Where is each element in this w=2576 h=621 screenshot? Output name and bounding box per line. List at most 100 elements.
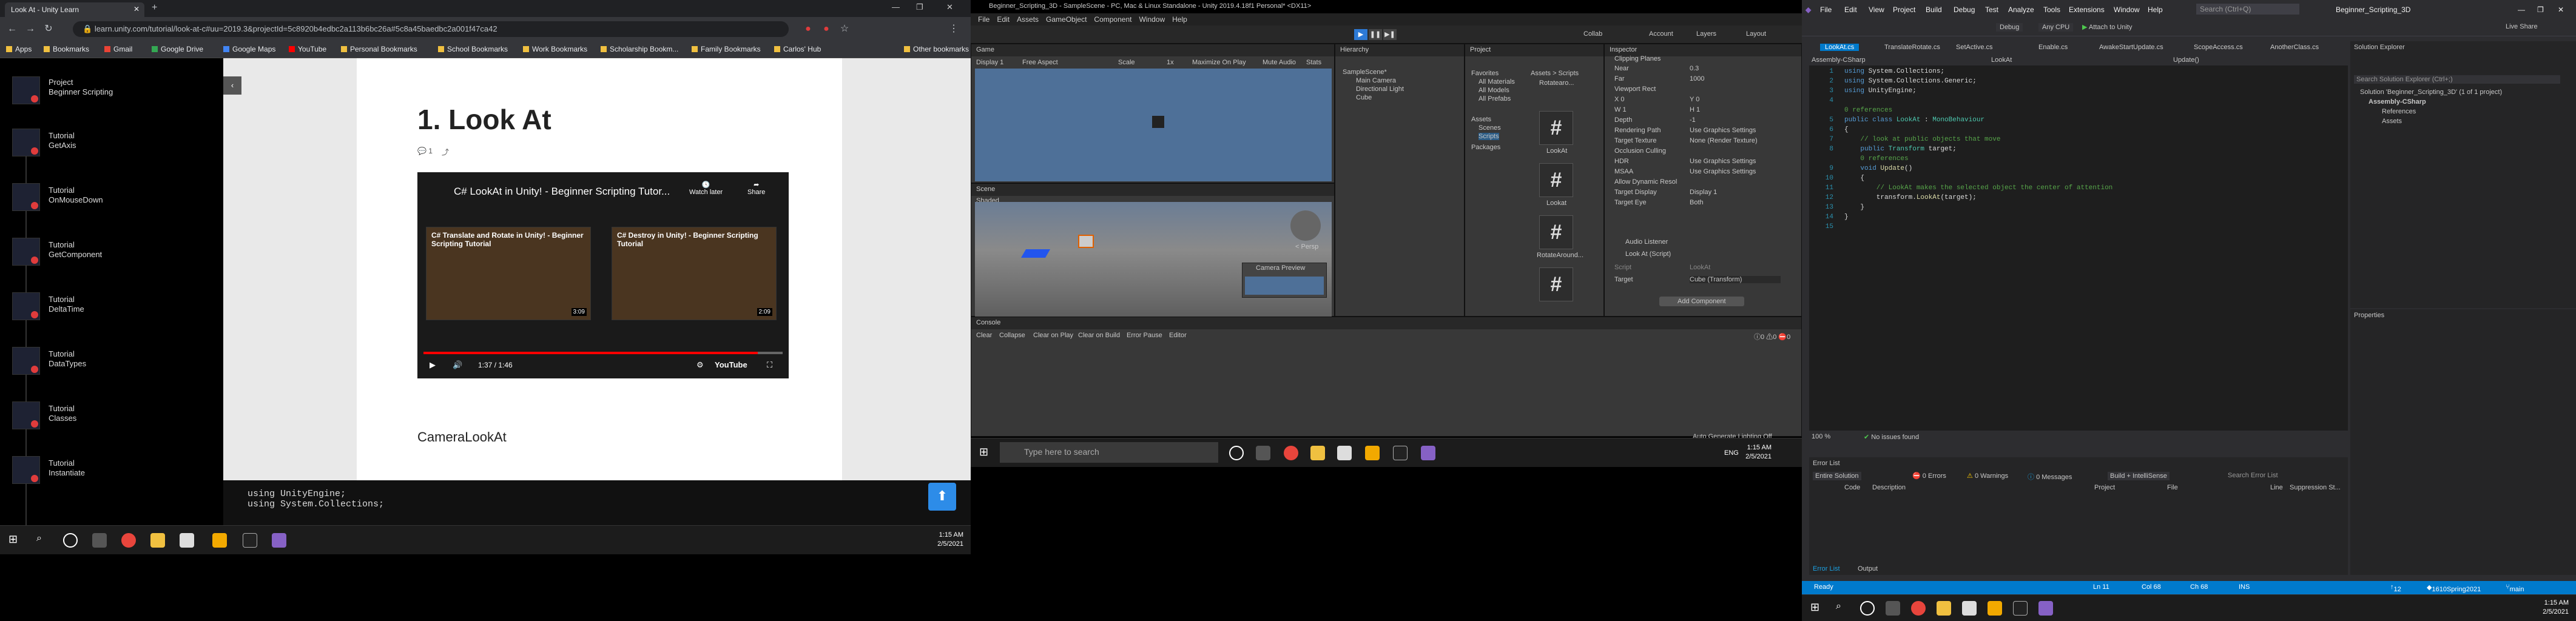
youtube-logo[interactable]: YouTube [715,360,747,369]
code-line[interactable]: 2 using System.Collections.Generic; [1809,78,1976,87]
csharp-script-icon[interactable]: # [1539,111,1573,145]
vs-menu-build[interactable]: Build [1926,5,1942,14]
code-line[interactable]: 13 } [1809,204,1864,213]
lookat-component[interactable]: Look At (Script) [1625,250,1671,258]
tab-lookat[interactable]: LookAt.cs [1820,44,1860,51]
code-line[interactable]: 7 // look at public objects that move [1809,136,2000,145]
tab-inspector[interactable]: Inspector [1610,46,1637,53]
vs-menu-project[interactable]: Project [1893,5,1915,14]
console-collapse-button[interactable]: Collapse [999,332,1025,339]
account-dropdown[interactable]: Account [1649,30,1673,38]
vs-menu-edit[interactable]: Edit [1844,5,1857,14]
vs-menu-view[interactable]: View [1869,5,1884,14]
menu-file[interactable]: File [978,15,990,24]
file-explorer-icon[interactable] [1937,601,1951,616]
taskbar-clock[interactable]: 1:15 AM 2/5/2021 [2543,599,2569,617]
column-line[interactable]: Line [2270,484,2283,491]
code-line[interactable]: 4 [1809,97,1844,106]
menu-edit[interactable]: Edit [997,15,1010,24]
maximize-on-play-toggle[interactable]: Maximize On Play [1192,59,1246,66]
console-error-pause[interactable]: Error Pause [1127,332,1162,339]
cortana-icon[interactable] [1229,446,1244,460]
aspect-dropdown[interactable]: Free Aspect [1022,59,1058,66]
project-header[interactable]: Project Beginner Scripting [12,74,218,116]
tab-enable[interactable]: Enable.cs [2038,44,2068,51]
config-dropdown[interactable]: Debug [1996,23,2023,32]
task-view-icon[interactable] [1886,601,1900,616]
settings-icon[interactable]: ⚙ [696,360,704,370]
references-node[interactable]: References [2382,108,2416,115]
code-line[interactable]: 10 { [1809,175,1864,184]
bookmark-item[interactable]: Google Maps [223,45,275,53]
inspector-field-value[interactable]: 1000 [1690,75,1704,82]
taskbar-clock[interactable]: 1:15 AM 2/5/2021 [937,531,963,549]
inspector-field-value[interactable]: Use Graphics Settings [1690,127,1756,134]
hierarchy-scene[interactable]: SampleScene* [1343,69,1387,76]
assets-item[interactable]: Scripts [1479,133,1499,140]
audio-listener-component[interactable]: Audio Listener [1625,238,1668,246]
sidebar-item-instantiate[interactable]: Tutorial Instantiate [12,450,218,492]
maximize-icon[interactable]: ❐ [2537,5,2544,14]
windows-start-icon[interactable]: ⊞ [1810,601,1819,614]
vs-menu-test[interactable]: Test [1985,5,1998,14]
volume-icon[interactable]: 🔊 [453,360,462,370]
sidebar-item-classes[interactable]: Tutorial Classes [12,395,218,438]
class-dropdown[interactable]: LookAt [1991,56,2012,64]
unity-taskbar-icon[interactable] [2013,601,2028,616]
visual-studio-taskbar-icon[interactable] [272,533,286,548]
share-button[interactable]: ➦ Share [747,181,765,196]
layers-dropdown[interactable]: Layers [1696,30,1716,38]
bookmark-item[interactable]: YouTube [289,45,326,53]
collab-button[interactable]: Collab [1583,30,1602,38]
task-view-icon[interactable] [1256,446,1270,460]
sidebar-item-getcomponent[interactable]: Tutorial GetComponent [12,232,218,274]
favorites-item[interactable]: All Prefabs [1479,95,1511,102]
windows-start-icon[interactable]: ⊞ [8,533,18,546]
attach-unity-button[interactable]: ▶ Attach to Unity [2082,23,2132,31]
bookmark-item[interactable]: Google Drive [152,45,203,53]
sticky-app-icon[interactable] [212,533,227,548]
tab-hierarchy[interactable]: Hierarchy [1340,46,1369,53]
store-icon[interactable] [180,533,194,548]
tab-scene[interactable]: Scene [976,186,995,193]
code-line[interactable]: 8 public Transform target; [1809,146,1956,155]
sticky-app-icon[interactable] [1365,446,1380,460]
unity-taskbar-icon[interactable] [243,533,257,548]
live-share-button[interactable]: Live Share [2506,23,2538,30]
hierarchy-item[interactable]: Directional Light [1356,86,1404,93]
back-icon[interactable]: ← [5,22,19,36]
visual-studio-taskbar-icon[interactable] [2038,601,2053,616]
play-icon[interactable]: ▶ [430,360,436,370]
store-icon[interactable] [1337,446,1352,460]
code-editor[interactable]: Assembly-CSharp LookAt Update() 1 using S… [1809,56,2348,444]
bookmark-item[interactable]: Bookmarks [44,45,89,53]
member-dropdown[interactable]: Update() [2173,56,2199,64]
inspector-field-value[interactable]: Y 0 [1690,96,1699,103]
tab-awakestartupdate[interactable]: AwakeStartUpdate.cs [2099,44,2163,51]
tab-game[interactable]: Game [976,46,994,53]
inspector-field-value[interactable]: None (Render Texture) [1690,137,1758,144]
menu-gameobject[interactable]: GameObject [1046,15,1087,24]
bookmark-item[interactable]: Work Bookmarks [523,45,587,53]
inspector-field-value[interactable]: Display 1 [1690,189,1717,196]
chrome-taskbar-icon[interactable] [1911,601,1926,616]
vs-menu-extensions[interactable]: Extensions [2069,5,2105,14]
menu-assets[interactable]: Assets [1017,15,1039,24]
video-progress-bar[interactable] [423,352,783,354]
fullscreen-icon[interactable]: ⛶ [767,360,772,370]
task-view-icon[interactable] [92,533,107,548]
taskbar-search-input[interactable]: Type here to search [1000,442,1218,463]
display-dropdown[interactable]: Display 1 [976,59,1003,66]
inspector-field-value[interactable]: Use Graphics Settings [1690,168,1756,175]
other-bookmarks[interactable]: Other bookmarks [904,45,969,53]
pause-button[interactable]: ❚❚ [1369,29,1382,40]
solution-node[interactable]: Solution 'Beginner_Scripting_3D' (1 of 1… [2360,89,2502,96]
code-line[interactable]: 3 using UnityEngine; [1809,87,1916,96]
console-clear-on-build[interactable]: Clear on Build [1078,332,1120,339]
bookmark-item[interactable]: School Bookmarks [438,45,508,53]
scene-orientation-gizmo[interactable] [1290,210,1321,241]
tab-console[interactable]: Console [976,319,1000,326]
code-line[interactable]: 0 references [1809,107,1892,116]
bookmark-item[interactable]: Personal Bookmarks [341,45,417,53]
menu-help[interactable]: Help [1172,15,1187,24]
